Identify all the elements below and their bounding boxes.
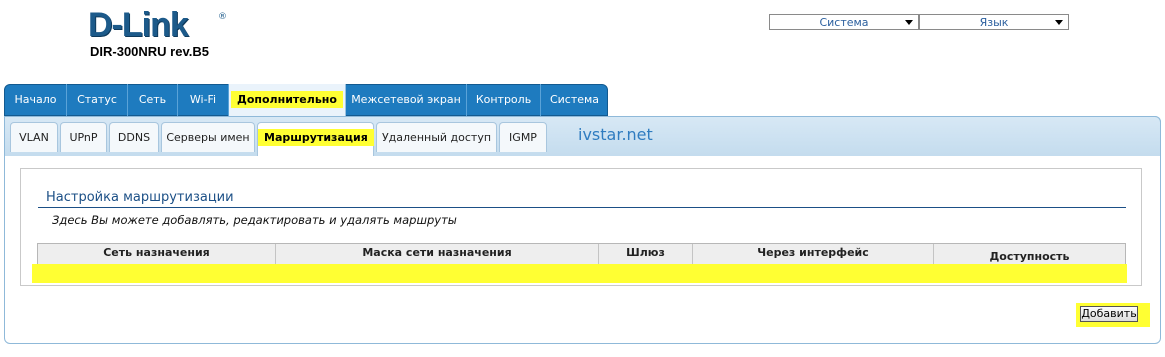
section-description: Здесь Вы можете добавлять, редактировать… (52, 213, 457, 227)
subtab-routing-label: Маршрутизация (258, 129, 374, 146)
tab-advanced[interactable]: Дополнительно (229, 84, 346, 118)
empty-table-row-highlight (32, 264, 1127, 283)
language-select[interactable]: Язык (919, 14, 1069, 30)
section-divider (38, 207, 1126, 208)
tab-wifi[interactable]: Wi-Fi (178, 84, 229, 116)
system-select-label: Система (819, 16, 869, 29)
column-header-gateway: Шлюз (599, 244, 693, 264)
device-model: DIR-300NRU rev.B5 (90, 44, 209, 59)
chevron-down-icon (905, 20, 913, 25)
subtab-remote-access[interactable]: Удаленный доступ (376, 122, 497, 152)
tab-network[interactable]: Сеть (128, 84, 178, 116)
subtab-igmp[interactable]: IGMP (499, 122, 547, 152)
dlink-logo: D-Link ® (88, 6, 227, 44)
system-select[interactable]: Система (769, 14, 919, 30)
subtab-ddns[interactable]: DDNS (109, 122, 159, 152)
subtab-vlan[interactable]: VLAN (10, 122, 58, 152)
watermark-text: ivstar.net (578, 125, 653, 144)
chevron-down-icon (1055, 20, 1063, 25)
column-header-availability: Доступность (989, 250, 1070, 263)
logo-registered-mark: ® (218, 12, 227, 22)
logo-brand: D-Link (88, 6, 189, 44)
column-header-destination: Сеть назначения (38, 244, 276, 264)
language-select-label: Язык (979, 16, 1009, 29)
tab-status[interactable]: Статус (67, 84, 128, 116)
column-header-netmask: Маска сети назначения (276, 244, 599, 264)
tab-firewall[interactable]: Межсетевой экран (346, 84, 467, 116)
column-header-interface: Через интерфейс (693, 244, 934, 264)
subtab-routing[interactable]: Маршрутизация (257, 122, 374, 156)
tab-control[interactable]: Контроль (467, 84, 541, 116)
subtab-upnp[interactable]: UPnP (60, 122, 107, 152)
tab-home[interactable]: Начало (5, 84, 67, 116)
tab-advanced-label: Дополнительно (231, 91, 343, 108)
tab-system[interactable]: Система (541, 84, 608, 116)
add-button[interactable]: Добавить (1080, 306, 1138, 322)
section-title: Настройка маршрутизации (46, 190, 234, 205)
subtab-name-servers[interactable]: Серверы имен (161, 122, 255, 152)
